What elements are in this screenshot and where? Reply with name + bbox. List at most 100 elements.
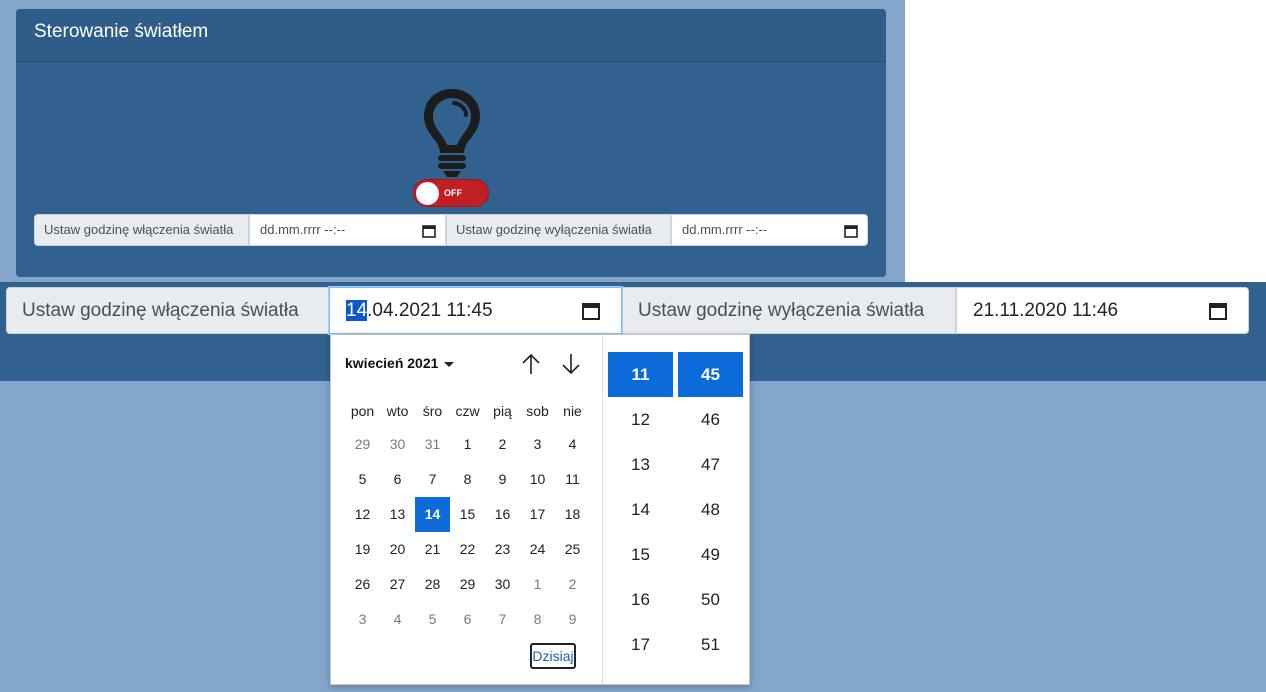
- lightbulb-icon: [424, 89, 480, 177]
- day-cell[interactable]: 16: [485, 497, 520, 532]
- day-cell[interactable]: 20: [380, 532, 415, 567]
- day-cell[interactable]: 4: [555, 427, 590, 462]
- day-cell[interactable]: 8: [450, 462, 485, 497]
- on-time-input[interactable]: dd.mm.rrrr --:--: [249, 214, 446, 246]
- day-cell[interactable]: 3: [345, 602, 380, 637]
- card-header: Sterowanie światłem: [16, 9, 886, 62]
- minute-option[interactable]: 45: [678, 352, 743, 397]
- day-cell[interactable]: 13: [380, 497, 415, 532]
- hour-option[interactable]: 12: [608, 397, 673, 442]
- day-cell[interactable]: 1: [520, 567, 555, 602]
- weekday-label: pon: [350, 403, 375, 419]
- day-cell[interactable]: 26: [345, 567, 380, 602]
- arrow-up-icon[interactable]: [519, 351, 543, 377]
- day-cell[interactable]: 5: [415, 602, 450, 637]
- day-cell[interactable]: 24: [520, 532, 555, 567]
- day-cell[interactable]: 15: [450, 497, 485, 532]
- day-cell[interactable]: 12: [345, 497, 380, 532]
- minute-option[interactable]: 50: [678, 577, 743, 622]
- off-time-value: 21.11.2020 11:46: [973, 300, 1119, 321]
- day-cell-selected[interactable]: 14: [415, 497, 450, 532]
- hour-option[interactable]: 14: [608, 487, 673, 532]
- calendar-icon[interactable]: [422, 224, 436, 238]
- hour-option[interactable]: 17: [608, 622, 673, 667]
- day-cell[interactable]: 30: [380, 427, 415, 462]
- day-cell[interactable]: 23: [485, 532, 520, 567]
- day-cell[interactable]: 11: [555, 462, 590, 497]
- day-cell[interactable]: 22: [450, 532, 485, 567]
- day-segment[interactable]: 14: [346, 300, 368, 321]
- picker-divider: [602, 335, 603, 684]
- day-cell[interactable]: 19: [345, 532, 380, 567]
- off-time-placeholder: dd.mm.rrrr --:--: [682, 222, 768, 237]
- off-time-input-large[interactable]: 21.11.2020 11:46: [956, 287, 1249, 334]
- day-cell[interactable]: 8: [520, 602, 555, 637]
- light-toggle[interactable]: OFF: [413, 179, 489, 207]
- day-grid: 29 30 31 1 2 3 4 5 6 7 8 9 10 11 12 13 14 15 16 17 18 19 20 21 2…: [345, 427, 590, 637]
- month-year-label: kwiecień 2021: [345, 355, 439, 371]
- weekday-header: pon wto śro czw pią sob nie: [345, 403, 590, 419]
- on-time-label-large: Ustaw godzinę włączenia światła: [6, 287, 329, 334]
- day-cell[interactable]: 17: [520, 497, 555, 532]
- calendar-icon[interactable]: [581, 301, 601, 321]
- day-cell[interactable]: 28: [415, 567, 450, 602]
- weekday-label: czw: [455, 403, 480, 419]
- arrow-down-icon[interactable]: [559, 351, 583, 377]
- datetime-picker-popup: kwiecień 2021 pon wto śro czw pią sob nie 29 30…: [330, 334, 750, 685]
- weekday-label: nie: [563, 403, 582, 419]
- big-time-row: Ustaw godzinę włączenia światła 14.04.20…: [6, 287, 1249, 334]
- toggle-knob: [416, 182, 439, 205]
- weekday-label: sob: [526, 403, 549, 419]
- caret-down-icon: [444, 361, 455, 367]
- minute-option[interactable]: 48: [678, 487, 743, 532]
- blank-area: [905, 0, 1266, 282]
- off-time-input[interactable]: dd.mm.rrrr --:--: [671, 214, 868, 246]
- minute-option[interactable]: 49: [678, 532, 743, 577]
- day-cell[interactable]: 29: [345, 427, 380, 462]
- hour-option[interactable]: 15: [608, 532, 673, 577]
- day-cell[interactable]: 7: [485, 602, 520, 637]
- day-cell[interactable]: 21: [415, 532, 450, 567]
- calendar-icon[interactable]: [1208, 301, 1228, 321]
- month-year-dropdown[interactable]: kwiecień 2021: [345, 355, 455, 371]
- on-time-label: Ustaw godzinę włączenia światła: [34, 214, 249, 246]
- weekday-label: pią: [493, 403, 512, 419]
- day-cell[interactable]: 30: [485, 567, 520, 602]
- day-cell[interactable]: 9: [555, 602, 590, 637]
- day-cell[interactable]: 2: [485, 427, 520, 462]
- day-cell[interactable]: 9: [485, 462, 520, 497]
- off-time-label: Ustaw godzinę wyłączenia światła: [446, 214, 671, 246]
- small-time-row: Ustaw godzinę włączenia światła dd.mm.rr…: [34, 214, 868, 246]
- day-cell[interactable]: 27: [380, 567, 415, 602]
- hour-option[interactable]: 11: [608, 352, 673, 397]
- day-cell[interactable]: 6: [380, 462, 415, 497]
- off-time-label-large: Ustaw godzinę wyłączenia światła: [622, 287, 956, 334]
- on-time-placeholder: dd.mm.rrrr --:--: [260, 222, 346, 237]
- day-cell[interactable]: 5: [345, 462, 380, 497]
- minute-option[interactable]: 51: [678, 622, 743, 667]
- hour-option[interactable]: 13: [608, 442, 673, 487]
- day-cell[interactable]: 29: [450, 567, 485, 602]
- minute-option[interactable]: 47: [678, 442, 743, 487]
- on-time-input-large[interactable]: 14.04.2021 11:45: [329, 287, 622, 334]
- day-cell[interactable]: 3: [520, 427, 555, 462]
- day-cell[interactable]: 18: [555, 497, 590, 532]
- day-cell[interactable]: 10: [520, 462, 555, 497]
- day-cell[interactable]: 25: [555, 532, 590, 567]
- hour-option[interactable]: 16: [608, 577, 673, 622]
- today-button[interactable]: Dzisiaj: [530, 643, 576, 669]
- day-cell[interactable]: 6: [450, 602, 485, 637]
- day-cell[interactable]: 4: [380, 602, 415, 637]
- card-title: Sterowanie światłem: [34, 21, 209, 42]
- day-cell[interactable]: 31: [415, 427, 450, 462]
- minute-option[interactable]: 46: [678, 397, 743, 442]
- light-control-card: Sterowanie światłem OFF Ustaw godzinę wł…: [16, 9, 886, 277]
- hour-column: 11 12 13 14 15 16 17: [608, 352, 673, 667]
- toggle-state-label: OFF: [444, 188, 462, 198]
- calendar-icon[interactable]: [844, 224, 858, 238]
- day-cell[interactable]: 7: [415, 462, 450, 497]
- day-cell[interactable]: 1: [450, 427, 485, 462]
- weekday-label: wto: [386, 403, 409, 419]
- weekday-label: śro: [422, 403, 443, 419]
- day-cell[interactable]: 2: [555, 567, 590, 602]
